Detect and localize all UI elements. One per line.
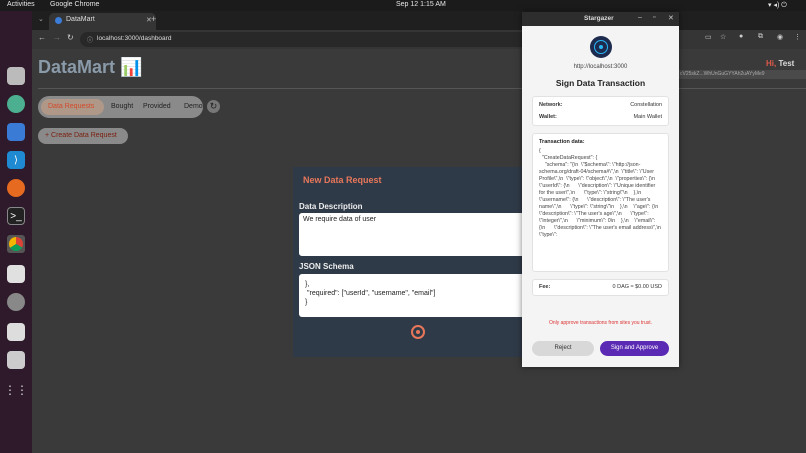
schema-line: }, bbox=[305, 281, 310, 288]
description-label: Data Description bbox=[299, 202, 363, 211]
schema-line: "required": ["userId", "username", "emai… bbox=[307, 290, 436, 297]
wallet-address: cV25skZ...WhUnGuGYYAh2uAYyMe9 bbox=[678, 70, 806, 79]
create-data-request-label: + Create Data Request bbox=[45, 132, 117, 139]
focused-app-label[interactable]: Google Chrome bbox=[50, 1, 99, 8]
transaction-label: Transaction data: bbox=[539, 139, 585, 145]
sign-approve-label: Sign and Approve bbox=[610, 345, 659, 351]
system-tray-icons[interactable]: ▾ ◂) ⏻ bbox=[768, 1, 787, 10]
greeting-name: Test bbox=[778, 59, 795, 68]
maximize-icon[interactable]: ▫ bbox=[653, 14, 655, 21]
schema-label: JSON Schema bbox=[299, 262, 354, 271]
dialog-title: New Data Request bbox=[303, 175, 382, 185]
new-tab-icon[interactable]: + bbox=[151, 14, 156, 24]
os-top-bar: Activities Google Chrome Sep 12 1:15 AM … bbox=[0, 0, 806, 11]
active-tab[interactable]: DataMart ✕ bbox=[49, 13, 156, 30]
back-icon[interactable]: ← bbox=[38, 33, 46, 42]
reject-label: Reject bbox=[554, 345, 572, 351]
browser-window: ⌄ DataMart ✕ + ← → ↻ ⓘ localhost:3000/da… bbox=[32, 11, 806, 453]
chrome-icon[interactable] bbox=[7, 235, 25, 253]
tab-data-requests[interactable]: Data Requests bbox=[41, 99, 104, 115]
trash-icon[interactable] bbox=[7, 351, 25, 369]
activities-button[interactable]: Activities bbox=[7, 1, 35, 8]
toolbar: ← → ↻ ⓘ localhost:3000/dashboard ▭ ☆ ● ⧉… bbox=[32, 30, 806, 49]
terminal-icon[interactable]: >_ bbox=[7, 207, 25, 225]
fee-label: Fee: bbox=[539, 284, 551, 290]
app-logo: DataMart 📊 bbox=[38, 57, 143, 77]
stargazer-popup: Stargazer – ▫ ✕ http://localhost:3000 Si… bbox=[522, 12, 679, 367]
schema-input[interactable]: }, "required": ["userId", "username", "e… bbox=[299, 274, 525, 317]
clock[interactable]: Sep 12 1:15 AM bbox=[396, 1, 446, 8]
popup-window-title: Stargazer bbox=[584, 15, 614, 22]
trust-warning: Only approve transactions from sites you… bbox=[548, 320, 653, 326]
site-info-icon[interactable]: ⓘ bbox=[87, 35, 93, 44]
forward-icon[interactable]: → bbox=[53, 33, 61, 42]
tab-bought[interactable]: Bought bbox=[111, 103, 133, 110]
tab-list-icon[interactable]: ⌄ bbox=[38, 15, 44, 23]
reject-button[interactable]: Reject bbox=[532, 341, 594, 356]
app-icon-3[interactable] bbox=[7, 123, 25, 141]
tab-group: Data Requests Bought Provided Demo bbox=[38, 96, 203, 118]
app-icon-1[interactable] bbox=[7, 67, 25, 85]
greeting: Hi, Test bbox=[766, 59, 794, 68]
account-icon[interactable]: ◉ bbox=[777, 33, 783, 41]
description-input[interactable]: We require data of user bbox=[299, 213, 525, 256]
menu-icon[interactable]: ⋮ bbox=[794, 33, 801, 41]
network-label: Network: bbox=[539, 102, 563, 108]
transaction-card[interactable]: Transaction data: { "CreateDataRequest":… bbox=[532, 133, 669, 272]
app-icon-2[interactable] bbox=[7, 95, 25, 113]
refresh-icon[interactable]: ↻ bbox=[207, 100, 220, 113]
close-window-icon[interactable]: ✕ bbox=[668, 14, 674, 22]
loading-spinner-icon bbox=[411, 325, 425, 339]
minimize-icon[interactable]: – bbox=[638, 14, 642, 21]
apps-grid-icon[interactable]: ⋮⋮ bbox=[4, 381, 28, 399]
wallet-value: Main Wallet bbox=[633, 114, 662, 120]
network-value: Constellation bbox=[630, 102, 662, 108]
greeting-hi: Hi, bbox=[766, 59, 777, 68]
bookmark-icon[interactable]: ☆ bbox=[720, 33, 726, 41]
extensions-icon[interactable]: ⧉ bbox=[758, 33, 763, 41]
popup-titlebar: Stargazer – ▫ ✕ bbox=[522, 12, 679, 26]
new-data-request-dialog: New Data Request Data Description We req… bbox=[293, 167, 525, 357]
app-icon-9[interactable] bbox=[7, 323, 25, 341]
tab-strip: ⌄ DataMart ✕ + bbox=[32, 11, 806, 30]
create-data-request-button[interactable]: + Create Data Request bbox=[38, 128, 128, 144]
tab-title: DataMart bbox=[66, 16, 95, 23]
network-card: Network: Constellation Wallet: Main Wall… bbox=[532, 96, 669, 126]
tab-demo[interactable]: Demo bbox=[184, 103, 203, 110]
dock: ⟩ >_ ⋮⋮ bbox=[0, 11, 32, 453]
cast-icon[interactable]: ▭ bbox=[705, 33, 712, 41]
header-divider bbox=[38, 88, 806, 89]
popup-heading: Sign Data Transaction bbox=[555, 78, 646, 88]
tab-favicon-icon bbox=[55, 17, 62, 24]
sign-approve-button[interactable]: Sign and Approve bbox=[600, 341, 669, 356]
firefox-icon[interactable] bbox=[7, 179, 25, 197]
profile-icon[interactable]: ● bbox=[739, 33, 743, 40]
url-text: localhost:3000/dashboard bbox=[97, 35, 172, 42]
wallet-label: Wallet: bbox=[539, 114, 557, 120]
request-origin: http://localhost:3000 bbox=[573, 64, 628, 70]
reload-icon[interactable]: ↻ bbox=[67, 33, 74, 42]
app-icon-8[interactable] bbox=[7, 293, 25, 311]
app-icon-7[interactable] bbox=[7, 265, 25, 283]
fee-card: Fee: 0 DAG ≈ $0.00 USD bbox=[532, 279, 669, 296]
vscode-icon[interactable]: ⟩ bbox=[7, 151, 25, 169]
schema-line: } bbox=[305, 299, 308, 306]
address-bar[interactable]: ⓘ localhost:3000/dashboard bbox=[80, 32, 550, 47]
tab-provided[interactable]: Provided bbox=[143, 103, 171, 110]
tab-label: Data Requests bbox=[48, 103, 95, 110]
page-content: DataMart 📊 Hi, Test cV25skZ...WhUnGuGYYA… bbox=[32, 49, 806, 453]
transaction-text: { "CreateDataRequest": { "schema": "{\n … bbox=[539, 148, 661, 238]
stargazer-logo-icon bbox=[590, 36, 612, 58]
fee-value: 0 DAG ≈ $0.00 USD bbox=[612, 284, 662, 290]
